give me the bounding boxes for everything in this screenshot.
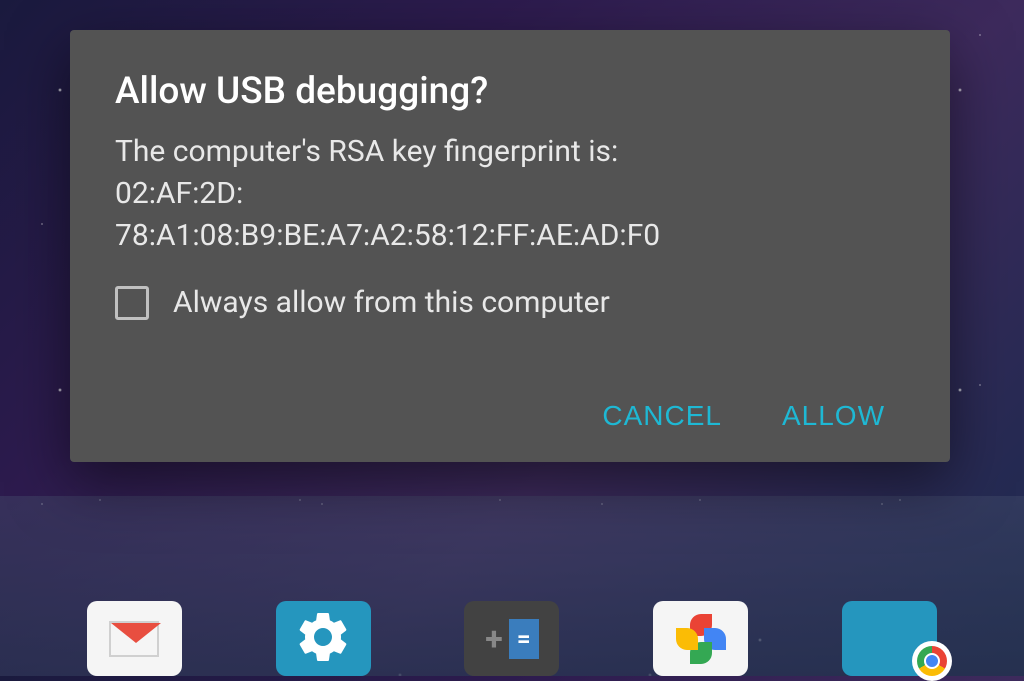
always-allow-label: Always allow from this computer <box>173 285 610 320</box>
photos-app-icon[interactable] <box>653 601 748 676</box>
cancel-button[interactable]: CANCEL <box>602 400 722 432</box>
gear-icon <box>293 607 353 671</box>
app-dock: + = <box>0 586 1024 676</box>
dialog-actions: CANCEL ALLOW <box>115 400 905 432</box>
dialog-body: The computer's RSA key fingerprint is: 0… <box>115 131 905 257</box>
allow-button[interactable]: ALLOW <box>782 400 885 432</box>
chrome-badge-icon <box>912 641 952 681</box>
fingerprint-line-1: 02:AF:2D: <box>115 176 243 211</box>
usb-debugging-dialog: Allow USB debugging? The computer's RSA … <box>70 30 950 462</box>
settings-app-icon[interactable] <box>276 601 371 676</box>
mail-icon <box>109 621 159 657</box>
calculator-app-icon[interactable]: + = <box>464 601 559 676</box>
always-allow-checkbox[interactable] <box>115 286 149 320</box>
gmail-app-icon[interactable] <box>87 601 182 676</box>
files-app-icon[interactable] <box>842 601 937 676</box>
fingerprint-intro: The computer's RSA key fingerprint is: <box>115 134 618 169</box>
pinwheel-icon <box>676 614 726 664</box>
dialog-title: Allow USB debugging? <box>115 70 905 113</box>
fingerprint-line-2: 78:A1:08:B9:BE:A7:A2:58:12:FF:AE:AD:F0 <box>115 218 660 253</box>
calculator-icon: + = <box>485 619 538 659</box>
always-allow-row[interactable]: Always allow from this computer <box>115 285 905 320</box>
